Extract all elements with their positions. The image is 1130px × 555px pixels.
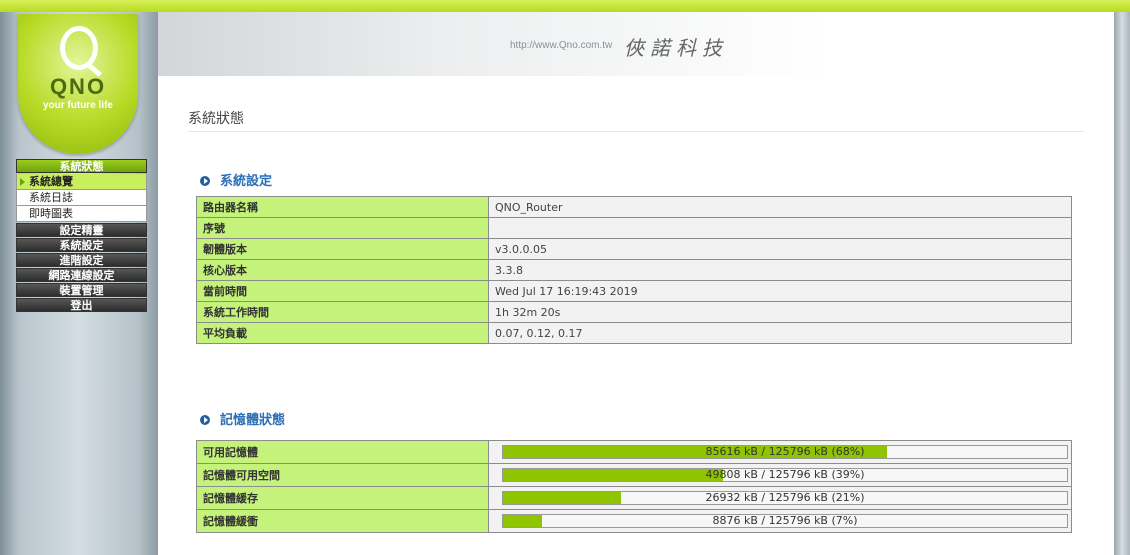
row-value: 49808 kB / 125796 kB (39%)	[488, 463, 1072, 487]
submenu-system-log[interactable]: 系統日誌	[16, 190, 147, 206]
table-row: 路由器名稱 QNO_Router	[196, 196, 1072, 218]
row-label: 系統工作時間	[196, 301, 489, 323]
row-value: 1h 32m 20s	[488, 301, 1072, 323]
header-url: http://www.Qno.com.tw	[510, 40, 613, 51]
memory-usage-text: 26932 kB / 125796 kB (21%)	[705, 491, 865, 504]
q-logo-icon	[60, 26, 98, 70]
menu-system-settings[interactable]: 系統設定	[16, 238, 147, 252]
logo-brand: QNO	[49, 74, 107, 99]
memory-usage-bar: 85616 kB / 125796 kB (68%)	[502, 445, 1068, 459]
section-title-memory-status: 記憶體狀態	[200, 409, 285, 428]
memory-usage-text: 49808 kB / 125796 kB (39%)	[705, 468, 865, 481]
system-settings-table: 路由器名稱 QNO_Router 序號 韌體版本 v3.0.0.05 核心版本 3.3.8 當…	[196, 196, 1072, 344]
memory-status-table: 可用記憶體 85616 kB / 125796 kB (68%) 記憶體可用空間 49…	[196, 440, 1072, 533]
submenu-label: 系統總覽	[29, 175, 73, 188]
qno-logo[interactable]: QNO your future life	[18, 14, 138, 154]
row-value	[488, 217, 1072, 239]
row-label: 平均負載	[196, 322, 489, 344]
row-label: 路由器名稱	[196, 196, 489, 218]
menu-logout[interactable]: 登出	[16, 298, 147, 312]
menu-setup-wizard[interactable]: 設定精靈	[16, 223, 147, 237]
row-label: 記憶體緩衝	[196, 509, 489, 533]
bullet-arrow-icon	[200, 176, 210, 186]
row-value: 0.07, 0.12, 0.17	[488, 322, 1072, 344]
memory-usage-bar: 49808 kB / 125796 kB (39%)	[502, 468, 1068, 482]
section-title-system-settings: 系統設定	[200, 170, 272, 189]
row-value: 8876 kB / 125796 kB (7%)	[488, 509, 1072, 533]
top-accent-bar	[0, 0, 1130, 12]
memory-usage-text: 85616 kB / 125796 kB (68%)	[705, 445, 865, 458]
table-row: 核心版本 3.3.8	[196, 259, 1072, 281]
header-banner: http://www.Qno.com.tw 俠諾科技	[158, 12, 1114, 76]
right-border	[1114, 12, 1130, 555]
table-row: 當前時間 Wed Jul 17 16:19:43 2019	[196, 280, 1072, 302]
logo-slogan: your future life	[42, 100, 113, 111]
header-company-name: 俠諾科技	[624, 36, 728, 60]
table-row: 系統工作時間 1h 32m 20s	[196, 301, 1072, 323]
menu-network-connection[interactable]: 網路連線設定	[16, 268, 147, 282]
bullet-arrow-icon	[200, 415, 210, 425]
menu-advanced-settings[interactable]: 進階設定	[16, 253, 147, 267]
row-value: 26932 kB / 125796 kB (21%)	[488, 486, 1072, 510]
table-row: 記憶體緩存 26932 kB / 125796 kB (21%)	[196, 486, 1072, 510]
page-title: 系統狀態	[188, 111, 244, 127]
row-label: 記憶體可用空間	[196, 463, 489, 487]
row-value: QNO_Router	[488, 196, 1072, 218]
table-row: 可用記憶體 85616 kB / 125796 kB (68%)	[196, 440, 1072, 464]
arrow-right-icon	[20, 178, 25, 186]
table-row: 記憶體緩衝 8876 kB / 125796 kB (7%)	[196, 509, 1072, 533]
memory-usage-text: 8876 kB / 125796 kB (7%)	[712, 514, 858, 527]
row-label: 序號	[196, 217, 489, 239]
menu-system-status[interactable]: 系統狀態	[16, 159, 147, 173]
row-label: 韌體版本	[196, 238, 489, 260]
row-value: 85616 kB / 125796 kB (68%)	[488, 440, 1072, 464]
row-label: 核心版本	[196, 259, 489, 281]
table-row: 序號	[196, 217, 1072, 239]
sidebar: QNO your future life 系統狀態 系統總覽 系統日誌 即時圖表…	[0, 12, 158, 555]
submenu-system-overview[interactable]: 系統總覽	[16, 174, 147, 190]
menu-device-management[interactable]: 裝置管理	[16, 283, 147, 297]
title-divider	[188, 131, 1084, 132]
table-row: 韌體版本 v3.0.0.05	[196, 238, 1072, 260]
table-row: 記憶體可用空間 49808 kB / 125796 kB (39%)	[196, 463, 1072, 487]
table-row: 平均負載 0.07, 0.12, 0.17	[196, 322, 1072, 344]
row-value: 3.3.8	[488, 259, 1072, 281]
row-value: Wed Jul 17 16:19:43 2019	[488, 280, 1072, 302]
main-menu: 系統狀態 系統總覽 系統日誌 即時圖表 設定精靈 系統設定 進階設定 網路連線設…	[16, 159, 147, 313]
section-title-text: 記憶體狀態	[220, 413, 286, 428]
row-label: 當前時間	[196, 280, 489, 302]
row-value: v3.0.0.05	[488, 238, 1072, 260]
submenu-realtime-chart[interactable]: 即時圖表	[16, 206, 147, 222]
row-label: 記憶體緩存	[196, 486, 489, 510]
section-title-text: 系統設定	[220, 174, 273, 189]
memory-usage-bar: 26932 kB / 125796 kB (21%)	[502, 491, 1068, 505]
row-label: 可用記憶體	[196, 440, 489, 464]
memory-usage-bar: 8876 kB / 125796 kB (7%)	[502, 514, 1068, 528]
